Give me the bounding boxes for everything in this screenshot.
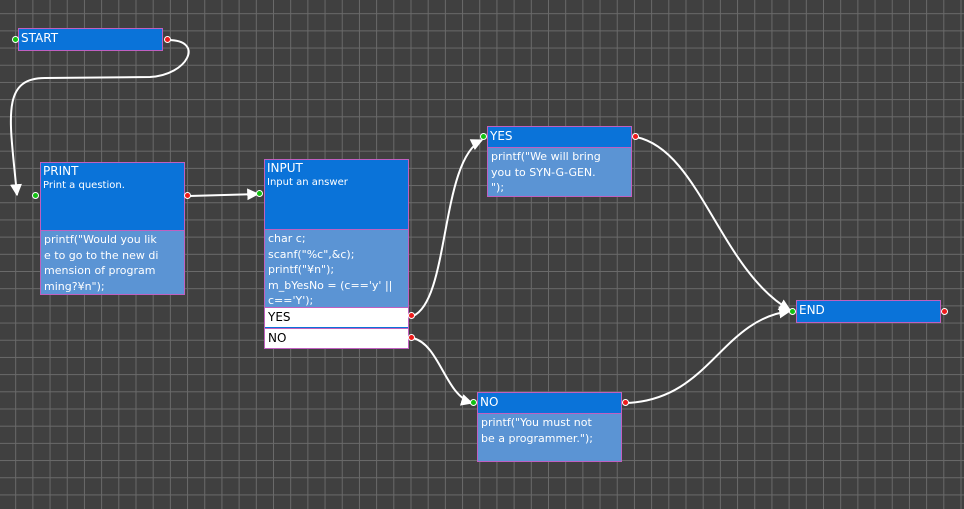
code-line: mension of program (44, 264, 156, 277)
print-node-title: PRINT (43, 164, 79, 178)
code-line: be a programmer."); (481, 431, 593, 445)
code-line: printf("¥n"); (268, 263, 335, 276)
no-out-port[interactable] (622, 399, 629, 406)
start-in-port[interactable] (12, 36, 19, 43)
start-node[interactable]: START (18, 28, 163, 51)
no-node-title: NO (480, 395, 499, 409)
edge-yes-to-end[interactable] (635, 136, 792, 311)
input-choice-yes[interactable]: YES (265, 307, 408, 327)
input-no-out-port[interactable] (408, 334, 415, 341)
input-node-code: char c; scanf("%c",&c); printf("¥n"); m_… (265, 229, 408, 307)
yes-node-code: printf("We will bring you to SYN-G-GEN. … (488, 147, 631, 196)
end-out-port[interactable] (941, 308, 948, 315)
edge-input-yes-to-yes[interactable] (412, 139, 484, 317)
code-line: you to SYN-G-GEN. (491, 165, 596, 179)
yes-out-port[interactable] (632, 133, 639, 140)
input-node[interactable]: INPUT Input an answer char c; scanf("%c"… (264, 159, 409, 349)
print-node-subtitle: Print a question. (43, 180, 125, 191)
input-choice-no[interactable]: NO (265, 328, 408, 348)
input-yes-out-port[interactable] (408, 312, 415, 319)
start-node-title: START (21, 31, 59, 45)
end-node[interactable]: END (796, 300, 941, 323)
code-line: "); (491, 181, 505, 194)
code-line: e to go to the new di (44, 248, 159, 262)
print-node[interactable]: PRINT Print a question. printf("Would yo… (40, 162, 185, 295)
code-line: printf("We will bring (491, 150, 601, 163)
input-node-title: INPUT (267, 161, 303, 175)
edge-no-to-end[interactable] (625, 306, 792, 404)
code-line: scanf("%c",&c); (268, 247, 355, 261)
yes-in-port[interactable] (480, 133, 487, 140)
end-node-title: END (799, 303, 825, 317)
code-line: char c; (268, 232, 306, 245)
input-node-subtitle: Input an answer (267, 177, 348, 188)
edge-print-to-input[interactable] (188, 188, 260, 201)
input-in-port[interactable] (256, 190, 263, 197)
code-line: printf("You must not (481, 416, 592, 429)
yes-node[interactable]: YES printf("We will bring you to SYN-G-G… (487, 126, 632, 197)
start-out-port[interactable] (164, 36, 171, 43)
code-line: m_bYesNo = (c=='y' || (268, 278, 393, 292)
code-line: c=='Y'); (268, 294, 314, 307)
print-out-port[interactable] (184, 192, 191, 199)
yes-node-title: YES (490, 129, 513, 143)
print-node-code: printf("Would you lik e to go to the new… (41, 230, 184, 294)
edge-input-no-to-no[interactable] (412, 337, 474, 406)
code-line: printf("Would you lik (44, 233, 157, 246)
no-node[interactable]: NO printf("You must not be a programmer.… (477, 392, 622, 462)
no-in-port[interactable] (470, 399, 477, 406)
no-node-code: printf("You must not be a programmer."); (478, 413, 621, 461)
code-line: ming?¥n"); (44, 279, 105, 293)
print-in-port[interactable] (32, 192, 39, 199)
end-in-port[interactable] (789, 308, 796, 315)
